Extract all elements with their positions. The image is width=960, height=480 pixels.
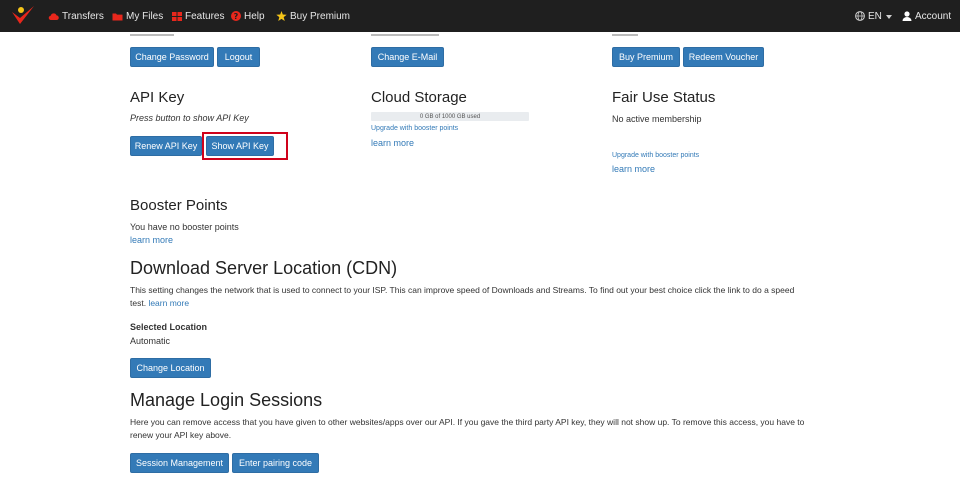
- change-password-button[interactable]: Change Password: [130, 47, 214, 67]
- nav-my-files-label: My Files: [126, 10, 164, 22]
- booster-title: Booster Points: [130, 197, 228, 214]
- fair-use-upgrade-link[interactable]: Upgrade with booster points: [612, 152, 699, 159]
- api-key-title: API Key: [130, 89, 185, 106]
- change-email-label: Change E-Mail: [377, 52, 438, 62]
- redeem-voucher-button[interactable]: Redeem Voucher: [683, 47, 764, 67]
- help-icon: ?: [231, 11, 241, 21]
- enter-pairing-code-button[interactable]: Enter pairing code: [232, 453, 319, 473]
- logout-label: Logout: [224, 52, 253, 62]
- session-management-label: Session Management: [135, 458, 224, 468]
- logout-button[interactable]: Logout: [217, 47, 260, 67]
- nav-account-label: Account: [915, 10, 952, 22]
- nav-buy-premium[interactable]: Buy Premium: [276, 0, 350, 32]
- nav-features[interactable]: Features: [172, 0, 224, 32]
- sessions-title: Manage Login Sessions: [130, 390, 323, 410]
- selected-location-label: Selected Location: [130, 322, 208, 332]
- partial-text-left: [130, 32, 190, 38]
- cdn-description: This setting changes the network that is…: [130, 284, 850, 310]
- cdn-desc-test: test.: [130, 298, 147, 308]
- buy-premium-label: Buy Premium: [618, 52, 673, 62]
- session-management-button[interactable]: Session Management: [130, 453, 229, 473]
- sessions-desc-line1: Here you can remove access that you have…: [130, 417, 805, 427]
- highlight-box: [202, 132, 288, 160]
- language-dropdown[interactable]: EN: [855, 0, 892, 32]
- selected-location-value: Automatic: [130, 336, 171, 346]
- star-icon: [276, 11, 287, 21]
- sessions-description: Here you can remove access that you have…: [130, 416, 850, 442]
- renew-api-key-label: Renew API Key: [134, 141, 198, 151]
- change-email-button[interactable]: Change E-Mail: [371, 47, 444, 67]
- fair-use-status: No active membership: [612, 114, 702, 124]
- caret-down-icon: [885, 11, 892, 22]
- nav-help[interactable]: ? Help: [231, 0, 265, 32]
- sessions-desc-line2: renew your API key above.: [130, 430, 232, 440]
- cdn-desc-line2: test. learn more: [130, 297, 850, 310]
- cloud-upgrade-link[interactable]: Upgrade with booster points: [371, 125, 458, 132]
- fair-use-learn-more-link[interactable]: learn more: [612, 164, 655, 174]
- booster-text: You have no booster points: [130, 222, 239, 232]
- nav-transfers[interactable]: Transfers: [48, 0, 104, 32]
- storage-progress-bar: 0 GB of 1000 GB used: [371, 112, 529, 121]
- buy-premium-button[interactable]: Buy Premium: [612, 47, 680, 67]
- nav-buy-premium-label: Buy Premium: [290, 10, 351, 22]
- api-key-hint: Press button to show API Key: [130, 113, 249, 123]
- redeem-voucher-label: Redeem Voucher: [688, 52, 759, 62]
- booster-learn-more-link[interactable]: learn more: [130, 235, 173, 245]
- enter-pairing-code-label: Enter pairing code: [238, 458, 313, 468]
- logo-icon[interactable]: [10, 4, 36, 28]
- change-password-label: Change Password: [135, 52, 209, 62]
- cloud-icon: [48, 12, 59, 21]
- fair-use-title: Fair Use Status: [612, 89, 716, 106]
- nav-help-label: Help: [244, 10, 265, 22]
- svg-text:?: ?: [234, 12, 239, 21]
- nav-my-files[interactable]: My Files: [112, 0, 163, 32]
- user-icon: [902, 11, 912, 21]
- renew-api-key-button[interactable]: Renew API Key: [130, 136, 202, 156]
- navbar: Transfers My Files Features ? Help Buy P…: [0, 0, 960, 32]
- cdn-learn-more-link[interactable]: learn more: [148, 298, 189, 308]
- cloud-learn-more-link[interactable]: learn more: [371, 138, 414, 148]
- cdn-title: Download Server Location (CDN): [130, 258, 398, 278]
- cloud-storage-title: Cloud Storage: [371, 89, 467, 106]
- grid-icon: [172, 11, 182, 21]
- cdn-desc-line1: This setting changes the network that is…: [130, 285, 795, 295]
- nav-account[interactable]: Account: [902, 0, 951, 32]
- folder-icon: [112, 12, 123, 21]
- storage-used-text: 0 GB of 1000 GB used: [419, 113, 481, 120]
- globe-icon: [855, 11, 865, 21]
- nav-features-label: Features: [185, 10, 225, 22]
- change-location-label: Change Location: [136, 363, 205, 373]
- change-location-button[interactable]: Change Location: [130, 358, 211, 378]
- partial-text-right: [612, 32, 652, 38]
- partial-text-middle: [371, 32, 451, 38]
- nav-transfers-label: Transfers: [62, 10, 104, 22]
- language-label: EN: [868, 10, 882, 22]
